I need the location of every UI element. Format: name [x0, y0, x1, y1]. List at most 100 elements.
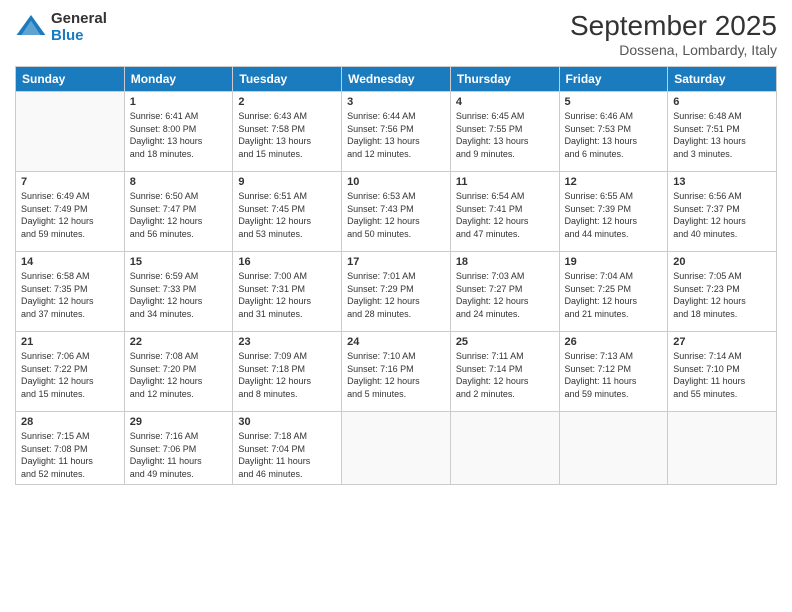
calendar-cell: 25 Sunrise: 7:11 AM Sunset: 7:14 PM Dayli…	[450, 332, 559, 412]
day-number: 26	[565, 336, 663, 348]
month-title: September 2025	[570, 10, 777, 42]
day-info: Sunrise: 6:56 AM Sunset: 7:37 PM Dayligh…	[673, 190, 771, 240]
weekday-header-row: SundayMondayTuesdayWednesdayThursdayFrid…	[16, 67, 777, 92]
day-info: Sunrise: 7:11 AM Sunset: 7:14 PM Dayligh…	[456, 350, 554, 400]
day-number: 20	[673, 256, 771, 268]
day-info: Sunrise: 6:51 AM Sunset: 7:45 PM Dayligh…	[238, 190, 336, 240]
calendar-cell: 18Sunrise: 7:03 AM Sunset: 7:27 PM Dayli…	[450, 252, 559, 332]
weekday-header: Sunday	[16, 67, 125, 92]
day-number: 5	[565, 96, 663, 108]
day-info: Sunrise: 7:04 AM Sunset: 7:25 PM Dayligh…	[565, 270, 663, 320]
calendar-week-row: 14 Sunrise: 6:58 AM Sunset: 7:35 PM Dayli…	[16, 252, 777, 332]
day-info: Sunrise: 7:13 AM Sunset: 7:12 PM Dayligh…	[565, 350, 663, 400]
calendar-cell: 15 Sunrise: 6:59 AM Sunset: 7:33 PM Dayli…	[124, 252, 233, 332]
calendar-cell: 12Sunrise: 6:55 AM Sunset: 7:39 PM Dayli…	[559, 172, 668, 252]
day-number: 25	[456, 336, 554, 348]
calendar-cell: 5 Sunrise: 6:46 AM Sunset: 7:53 PM Daylig…	[559, 92, 668, 172]
day-number: 28	[21, 416, 119, 428]
day-info: Sunrise: 6:48 AM Sunset: 7:51 PM Dayligh…	[673, 110, 771, 160]
weekday-header: Thursday	[450, 67, 559, 92]
day-number: 4	[456, 96, 554, 108]
calendar-cell: 21 Sunrise: 7:06 AM Sunset: 7:22 PM Dayli…	[16, 332, 125, 412]
calendar-cell	[450, 412, 559, 485]
calendar-cell: 3 Sunrise: 6:44 AM Sunset: 7:56 PM Daylig…	[342, 92, 451, 172]
calendar-cell: 20Sunrise: 7:05 AM Sunset: 7:23 PM Dayli…	[668, 252, 777, 332]
day-info: Sunrise: 7:01 AM Sunset: 7:29 PM Dayligh…	[347, 270, 445, 320]
day-number: 19	[565, 256, 663, 268]
day-number: 17	[347, 256, 445, 268]
day-info: Sunrise: 7:09 AM Sunset: 7:18 PM Dayligh…	[238, 350, 336, 400]
weekday-header: Tuesday	[233, 67, 342, 92]
day-info: Sunrise: 6:58 AM Sunset: 7:35 PM Dayligh…	[21, 270, 119, 320]
day-info: Sunrise: 7:18 AM Sunset: 7:04 PM Dayligh…	[238, 430, 336, 480]
day-info: Sunrise: 6:44 AM Sunset: 7:56 PM Dayligh…	[347, 110, 445, 160]
location: Dossena, Lombardy, Italy	[570, 42, 777, 58]
day-number: 7	[21, 176, 119, 188]
calendar-cell: 27 Sunrise: 7:14 AM Sunset: 7:10 PM Dayli…	[668, 332, 777, 412]
calendar-cell: 26 Sunrise: 7:13 AM Sunset: 7:12 PM Dayli…	[559, 332, 668, 412]
calendar-cell: 1Sunrise: 6:41 AM Sunset: 8:00 PM Daylig…	[124, 92, 233, 172]
day-info: Sunrise: 6:59 AM Sunset: 7:33 PM Dayligh…	[130, 270, 228, 320]
day-number: 23	[238, 336, 336, 348]
day-info: Sunrise: 7:06 AM Sunset: 7:22 PM Dayligh…	[21, 350, 119, 400]
calendar-cell: 13 Sunrise: 6:56 AM Sunset: 7:37 PM Dayli…	[668, 172, 777, 252]
calendar-cell: 24 Sunrise: 7:10 AM Sunset: 7:16 PM Dayli…	[342, 332, 451, 412]
weekday-header: Saturday	[668, 67, 777, 92]
day-number: 11	[456, 176, 554, 188]
day-number: 2	[238, 96, 336, 108]
day-number: 22	[130, 336, 228, 348]
calendar-cell: 9 Sunrise: 6:51 AM Sunset: 7:45 PM Daylig…	[233, 172, 342, 252]
day-number: 21	[21, 336, 119, 348]
title-block: September 2025 Dossena, Lombardy, Italy	[570, 10, 777, 58]
day-number: 16	[238, 256, 336, 268]
day-info: Sunrise: 7:00 AM Sunset: 7:31 PM Dayligh…	[238, 270, 336, 320]
calendar-cell: 2 Sunrise: 6:43 AM Sunset: 7:58 PM Daylig…	[233, 92, 342, 172]
weekday-header: Wednesday	[342, 67, 451, 92]
day-number: 27	[673, 336, 771, 348]
header: General Blue September 2025 Dossena, Lom…	[15, 10, 777, 58]
day-info: Sunrise: 6:41 AM Sunset: 8:00 PM Dayligh…	[130, 110, 228, 160]
day-number: 9	[238, 176, 336, 188]
day-number: 14	[21, 256, 119, 268]
day-number: 24	[347, 336, 445, 348]
day-info: Sunrise: 7:08 AM Sunset: 7:20 PM Dayligh…	[130, 350, 228, 400]
day-info: Sunrise: 6:50 AM Sunset: 7:47 PM Dayligh…	[130, 190, 228, 240]
calendar-cell: 17 Sunrise: 7:01 AM Sunset: 7:29 PM Dayli…	[342, 252, 451, 332]
calendar-week-row: 7Sunrise: 6:49 AM Sunset: 7:49 PM Daylig…	[16, 172, 777, 252]
day-info: Sunrise: 6:55 AM Sunset: 7:39 PM Dayligh…	[565, 190, 663, 240]
day-info: Sunrise: 6:45 AM Sunset: 7:55 PM Dayligh…	[456, 110, 554, 160]
day-info: Sunrise: 6:43 AM Sunset: 7:58 PM Dayligh…	[238, 110, 336, 160]
weekday-header: Monday	[124, 67, 233, 92]
calendar-cell: 6 Sunrise: 6:48 AM Sunset: 7:51 PM Daylig…	[668, 92, 777, 172]
day-info: Sunrise: 7:14 AM Sunset: 7:10 PM Dayligh…	[673, 350, 771, 400]
day-info: Sunrise: 7:10 AM Sunset: 7:16 PM Dayligh…	[347, 350, 445, 400]
day-number: 15	[130, 256, 228, 268]
calendar-cell: 28 Sunrise: 7:15 AM Sunset: 7:08 PM Dayli…	[16, 412, 125, 485]
day-number: 30	[238, 416, 336, 428]
calendar-cell: 14 Sunrise: 6:58 AM Sunset: 7:35 PM Dayli…	[16, 252, 125, 332]
calendar-cell: 10 Sunrise: 6:53 AM Sunset: 7:43 PM Dayli…	[342, 172, 451, 252]
calendar: SundayMondayTuesdayWednesdayThursdayFrid…	[15, 66, 777, 485]
day-number: 13	[673, 176, 771, 188]
logo: General Blue	[15, 10, 107, 44]
day-info: Sunrise: 6:46 AM Sunset: 7:53 PM Dayligh…	[565, 110, 663, 160]
day-number: 8	[130, 176, 228, 188]
day-number: 3	[347, 96, 445, 108]
day-info: Sunrise: 7:15 AM Sunset: 7:08 PM Dayligh…	[21, 430, 119, 480]
day-info: Sunrise: 6:54 AM Sunset: 7:41 PM Dayligh…	[456, 190, 554, 240]
calendar-cell: 19 Sunrise: 7:04 AM Sunset: 7:25 PM Dayli…	[559, 252, 668, 332]
page: General Blue September 2025 Dossena, Lom…	[0, 0, 792, 612]
day-info: Sunrise: 6:53 AM Sunset: 7:43 PM Dayligh…	[347, 190, 445, 240]
day-number: 18	[456, 256, 554, 268]
logo-text: General Blue	[51, 10, 107, 44]
day-info: Sunrise: 7:16 AM Sunset: 7:06 PM Dayligh…	[130, 430, 228, 480]
calendar-cell	[16, 92, 125, 172]
day-number: 10	[347, 176, 445, 188]
calendar-week-row: 1Sunrise: 6:41 AM Sunset: 8:00 PM Daylig…	[16, 92, 777, 172]
calendar-cell: 4 Sunrise: 6:45 AM Sunset: 7:55 PM Daylig…	[450, 92, 559, 172]
calendar-cell: 23 Sunrise: 7:09 AM Sunset: 7:18 PM Dayli…	[233, 332, 342, 412]
calendar-week-row: 21 Sunrise: 7:06 AM Sunset: 7:22 PM Dayli…	[16, 332, 777, 412]
day-number: 6	[673, 96, 771, 108]
calendar-cell	[668, 412, 777, 485]
calendar-week-row: 28 Sunrise: 7:15 AM Sunset: 7:08 PM Dayli…	[16, 412, 777, 485]
